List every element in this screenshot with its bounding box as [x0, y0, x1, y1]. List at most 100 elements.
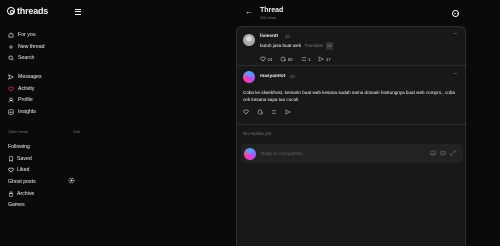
original-post[interactable]: liviesntt 4h ··· butuh jasa buat web Tra…	[237, 27, 467, 65]
feed-item-ghost-posts[interactable]: Ghost posts	[8, 176, 36, 188]
ghost-post-add-icon[interactable]	[68, 177, 75, 184]
threads-logo-icon	[7, 7, 15, 15]
secondary-nav: Messages Activity Profile Insights	[8, 71, 42, 118]
avatar[interactable]	[243, 34, 255, 46]
post-more-icon[interactable]: ···	[453, 31, 458, 37]
user-icon	[8, 97, 14, 103]
media-count-badge: 1/2	[325, 42, 333, 50]
comment-icon	[280, 56, 286, 62]
avatar	[244, 147, 256, 160]
repost-icon	[301, 56, 306, 62]
image-icon[interactable]	[430, 150, 436, 156]
nav-label: New thread	[18, 43, 45, 50]
plus-icon	[8, 44, 14, 50]
comment-button[interactable]: 50	[280, 56, 293, 62]
thread-header: ← Thread 336 views	[236, 0, 466, 26]
nav-label: Messages	[18, 73, 42, 80]
post-divider	[237, 65, 467, 66]
nav-label: For you	[18, 31, 36, 38]
nav-label: Search	[18, 55, 35, 62]
heart-icon	[8, 86, 14, 92]
expand-icon[interactable]	[450, 150, 456, 156]
post-time: 4h	[285, 34, 290, 39]
heart-icon	[260, 56, 266, 62]
send-icon	[318, 56, 325, 62]
threads-logo[interactable]: threads	[7, 6, 48, 16]
reply-composer[interactable]: Reply to masyamtot...	[241, 144, 463, 163]
send-icon	[8, 74, 14, 80]
heart-icon	[243, 109, 249, 115]
nav-label: Insights	[18, 108, 36, 115]
repost-button[interactable]	[271, 109, 277, 115]
other-feeds-title: Other feeds	[8, 130, 28, 134]
reply-time: 3h	[290, 74, 295, 79]
thread-panel: liviesntt 4h ··· butuh jasa buat web Tra…	[236, 26, 467, 246]
home-icon	[8, 32, 14, 38]
avatar[interactable]	[243, 71, 255, 83]
feed-item-archive[interactable]: Archive	[8, 188, 36, 200]
heart-icon	[8, 167, 14, 173]
search-icon	[8, 55, 14, 61]
nav-item-profile[interactable]: Profile	[8, 94, 42, 106]
view-count: 336 views	[260, 16, 276, 20]
repost-count: 1	[308, 56, 311, 62]
feeds-list: Following Saved Liked Ghost posts Archiv…	[8, 141, 36, 211]
send-icon	[285, 109, 291, 115]
reply-input[interactable]: Reply to masyamtot...	[261, 151, 305, 156]
post-text: butuh jasa buat web Translate 1/2	[260, 42, 333, 50]
gif-icon[interactable]	[440, 150, 446, 156]
like-button[interactable]: 24	[260, 56, 272, 62]
lock-icon	[8, 191, 14, 197]
feed-label: Games	[8, 202, 25, 209]
post-body: butuh jasa buat web	[260, 43, 302, 49]
comment-button[interactable]	[257, 109, 263, 115]
feed-label: Liked	[17, 167, 30, 174]
feed-item-games[interactable]: Games	[8, 199, 36, 211]
chart-icon	[8, 109, 14, 115]
reply-more-icon[interactable]: ···	[453, 71, 458, 77]
sidebar: threads For you New thread Search Messag…	[0, 0, 110, 246]
share-count: 17	[325, 56, 331, 62]
nav-label: Profile	[18, 97, 33, 104]
feed-item-saved[interactable]: Saved	[8, 153, 36, 165]
reply-text: Coba ke idwebhost, kemarin buat web kesa…	[243, 90, 455, 102]
translate-link[interactable]: Translate	[304, 43, 323, 48]
like-button[interactable]	[243, 109, 249, 115]
replies-divider	[237, 124, 467, 125]
nav-item-search[interactable]: Search	[8, 52, 45, 64]
nav-item-messages[interactable]: Messages	[8, 71, 42, 83]
nav-label: Activity	[18, 85, 35, 92]
feed-item-liked[interactable]: Liked	[8, 164, 36, 176]
edit-feeds-link[interactable]: Edit	[73, 130, 80, 134]
other-feeds-header: Other feeds Edit	[8, 130, 80, 134]
reply-tools	[430, 150, 456, 156]
nav-item-activity[interactable]: Activity	[8, 83, 42, 95]
post-username[interactable]: liviesntt	[260, 34, 278, 39]
feed-item-following[interactable]: Following	[8, 141, 36, 153]
like-count: 24	[267, 56, 273, 62]
nav-item-new-thread[interactable]: New thread	[8, 41, 45, 53]
menu-icon[interactable]	[75, 9, 81, 16]
back-arrow-icon[interactable]: ←	[245, 7, 253, 16]
nav-item-for-you[interactable]: For you	[8, 29, 45, 41]
reply-username[interactable]: masyamtot	[260, 74, 285, 79]
page-title: Thread	[260, 7, 284, 14]
feed-label: Following	[8, 143, 30, 150]
feed-label: Ghost posts	[8, 178, 36, 185]
comment-count: 50	[287, 56, 293, 62]
repost-button[interactable]: 1	[301, 56, 311, 62]
bookmark-icon	[8, 156, 14, 162]
repost-icon	[271, 109, 277, 115]
feed-label: Archive	[17, 190, 35, 197]
primary-nav: For you New thread Search	[8, 29, 45, 64]
post-actions: 24 50 1 17	[260, 56, 339, 62]
feed-label: Saved	[17, 155, 32, 162]
app-name: threads	[17, 6, 49, 16]
share-button[interactable]: 17	[318, 56, 331, 62]
more-options-icon[interactable]	[452, 10, 459, 17]
share-button[interactable]	[285, 109, 291, 115]
nav-item-insights[interactable]: Insights	[8, 106, 42, 118]
no-replies-text: No replies yet	[243, 131, 272, 136]
comment-icon	[257, 109, 263, 115]
reply-actions	[243, 109, 299, 115]
